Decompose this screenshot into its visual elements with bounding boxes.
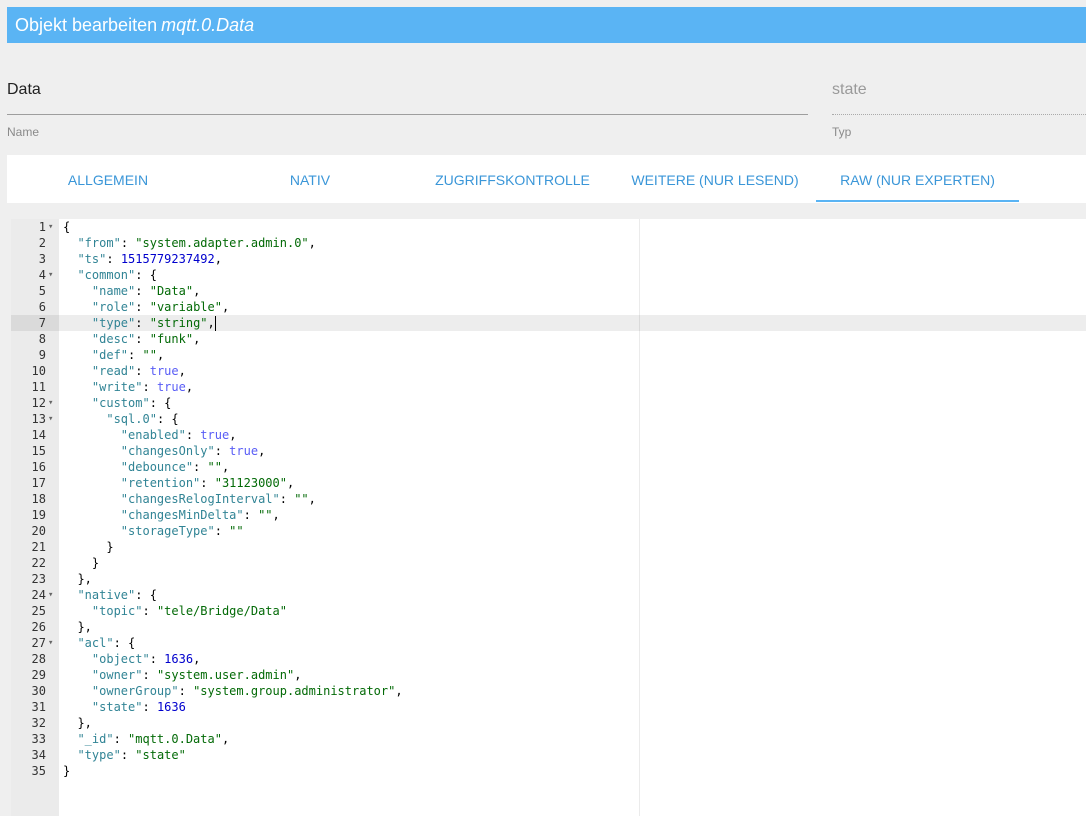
name-input-underline bbox=[7, 114, 808, 115]
code-text: "acl": { bbox=[77, 636, 136, 650]
line-number: 14 bbox=[31, 428, 46, 442]
fold-toggle-icon[interactable]: ▾ bbox=[48, 219, 58, 235]
code-text: "native": { bbox=[77, 588, 157, 602]
code-text: "type": "state" bbox=[77, 748, 186, 762]
code-text: "enabled": true, bbox=[120, 428, 237, 442]
code-text: "name": "Data", bbox=[91, 284, 201, 298]
line-number: 31 bbox=[31, 700, 46, 714]
text-cursor bbox=[215, 316, 216, 331]
fold-toggle-icon[interactable]: ▾ bbox=[48, 587, 58, 603]
line-number: 9 bbox=[38, 348, 46, 362]
code-text: "def": "", bbox=[91, 348, 165, 362]
line-number: 2 bbox=[38, 236, 46, 250]
code-text: "debounce": "", bbox=[120, 460, 230, 474]
code-text: "changesMinDelta": "", bbox=[120, 508, 280, 522]
fold-toggle-icon[interactable]: ▾ bbox=[48, 267, 58, 283]
line-number: 3 bbox=[38, 252, 46, 266]
fold-toggle-icon[interactable]: ▾ bbox=[48, 395, 58, 411]
line-number: 33 bbox=[31, 732, 46, 746]
code-text: "role": "variable", bbox=[91, 300, 230, 314]
code-text: "topic": "tele/Bridge/Data" bbox=[91, 604, 287, 618]
line-number: 11 bbox=[31, 380, 46, 394]
code-text: "_id": "mqtt.0.Data", bbox=[77, 732, 230, 746]
name-input[interactable]: Data bbox=[7, 80, 41, 100]
code-text: } bbox=[106, 540, 114, 554]
line-number: 5 bbox=[38, 284, 46, 298]
code-text: "owner": "system.user.admin", bbox=[91, 668, 302, 682]
line-number: 19 bbox=[31, 508, 46, 522]
code-text: "custom": { bbox=[91, 396, 172, 410]
line-number: 17 bbox=[31, 476, 46, 490]
code-text: }, bbox=[77, 620, 92, 634]
line-number: 8 bbox=[38, 332, 46, 346]
line-number: 35 bbox=[31, 764, 46, 778]
code-text: "read": true, bbox=[91, 364, 186, 378]
code-text: "from": "system.adapter.admin.0", bbox=[77, 236, 316, 250]
dialog-title-object-id: mqtt.0.Data bbox=[161, 15, 255, 35]
line-number: 20 bbox=[31, 524, 46, 538]
fold-toggle-icon[interactable]: ▾ bbox=[48, 411, 58, 427]
tab-raw[interactable]: RAW (NUR EXPERTEN) bbox=[816, 155, 1019, 203]
code-text: { bbox=[63, 220, 71, 234]
line-number: 27 bbox=[31, 636, 46, 650]
tab-bar: ALLGEMEIN NATIV ZUGRIFFSKONTROLLE WEITER… bbox=[7, 155, 1086, 203]
code-text: "ownerGroup": "system.group.administrato… bbox=[91, 684, 403, 698]
active-tab-indicator bbox=[816, 200, 1019, 202]
fold-toggle-icon[interactable]: ▾ bbox=[48, 635, 58, 651]
tab-nativ[interactable]: NATIV bbox=[209, 155, 411, 203]
line-number: 1 bbox=[38, 220, 46, 234]
line-number: 10 bbox=[31, 364, 46, 378]
line-number: 22 bbox=[31, 556, 46, 570]
line-number: 26 bbox=[31, 620, 46, 634]
line-number: 18 bbox=[31, 492, 46, 506]
tab-zugriffskontrolle[interactable]: ZUGRIFFSKONTROLLE bbox=[411, 155, 614, 203]
code-text: "ts": 1515779237492, bbox=[77, 252, 222, 266]
print-margin bbox=[639, 219, 640, 816]
code-text: } bbox=[63, 764, 71, 778]
code-text: "sql.0": { bbox=[106, 412, 179, 426]
line-number: 34 bbox=[31, 748, 46, 762]
code-text: "state": 1636 bbox=[91, 700, 186, 714]
line-number: 4 bbox=[38, 268, 46, 282]
line-number: 29 bbox=[31, 668, 46, 682]
line-number: 21 bbox=[31, 540, 46, 554]
code-text: "storageType": "" bbox=[120, 524, 244, 538]
line-number: 15 bbox=[31, 444, 46, 458]
code-text: }, bbox=[77, 716, 92, 730]
code-text: "desc": "funk", bbox=[91, 332, 201, 346]
code-text: }, bbox=[77, 572, 92, 586]
line-number: 23 bbox=[31, 572, 46, 586]
code-text: } bbox=[91, 556, 100, 570]
line-number: 24 bbox=[31, 588, 46, 602]
code-text: "retention": "31123000", bbox=[120, 476, 295, 490]
line-number: 6 bbox=[38, 300, 46, 314]
line-number: 7 bbox=[38, 316, 46, 330]
line-number: 12 bbox=[31, 396, 46, 410]
dialog-title-bar: Objekt bearbeiten mqtt.0.Data bbox=[7, 7, 1086, 43]
line-number: 28 bbox=[31, 652, 46, 666]
code-text: "changesRelogInterval": "", bbox=[120, 492, 316, 506]
line-number: 25 bbox=[31, 604, 46, 618]
line-number: 16 bbox=[31, 460, 46, 474]
type-field: state bbox=[832, 81, 867, 98]
type-field-underline bbox=[832, 114, 1086, 115]
code-text: "changesOnly": true, bbox=[120, 444, 266, 458]
tab-weitere[interactable]: WEITERE (NUR LESEND) bbox=[614, 155, 816, 203]
code-text: "write": true, bbox=[91, 380, 194, 394]
line-number: 13 bbox=[31, 412, 46, 426]
code-text: "object": 1636, bbox=[91, 652, 201, 666]
line-number: 30 bbox=[31, 684, 46, 698]
dialog-title: Objekt bearbeiten bbox=[15, 15, 158, 35]
line-number: 32 bbox=[31, 716, 46, 730]
name-label: Name bbox=[7, 125, 40, 139]
json-code-editor[interactable]: 1 ▾{2 "from": "system.adapter.admin.0", 3 … bbox=[11, 219, 1086, 816]
code-text: "type": "string", bbox=[91, 316, 215, 330]
tab-allgemein[interactable]: ALLGEMEIN bbox=[7, 155, 209, 203]
code-text: "common": { bbox=[77, 268, 157, 282]
type-label: Typ bbox=[832, 125, 852, 139]
